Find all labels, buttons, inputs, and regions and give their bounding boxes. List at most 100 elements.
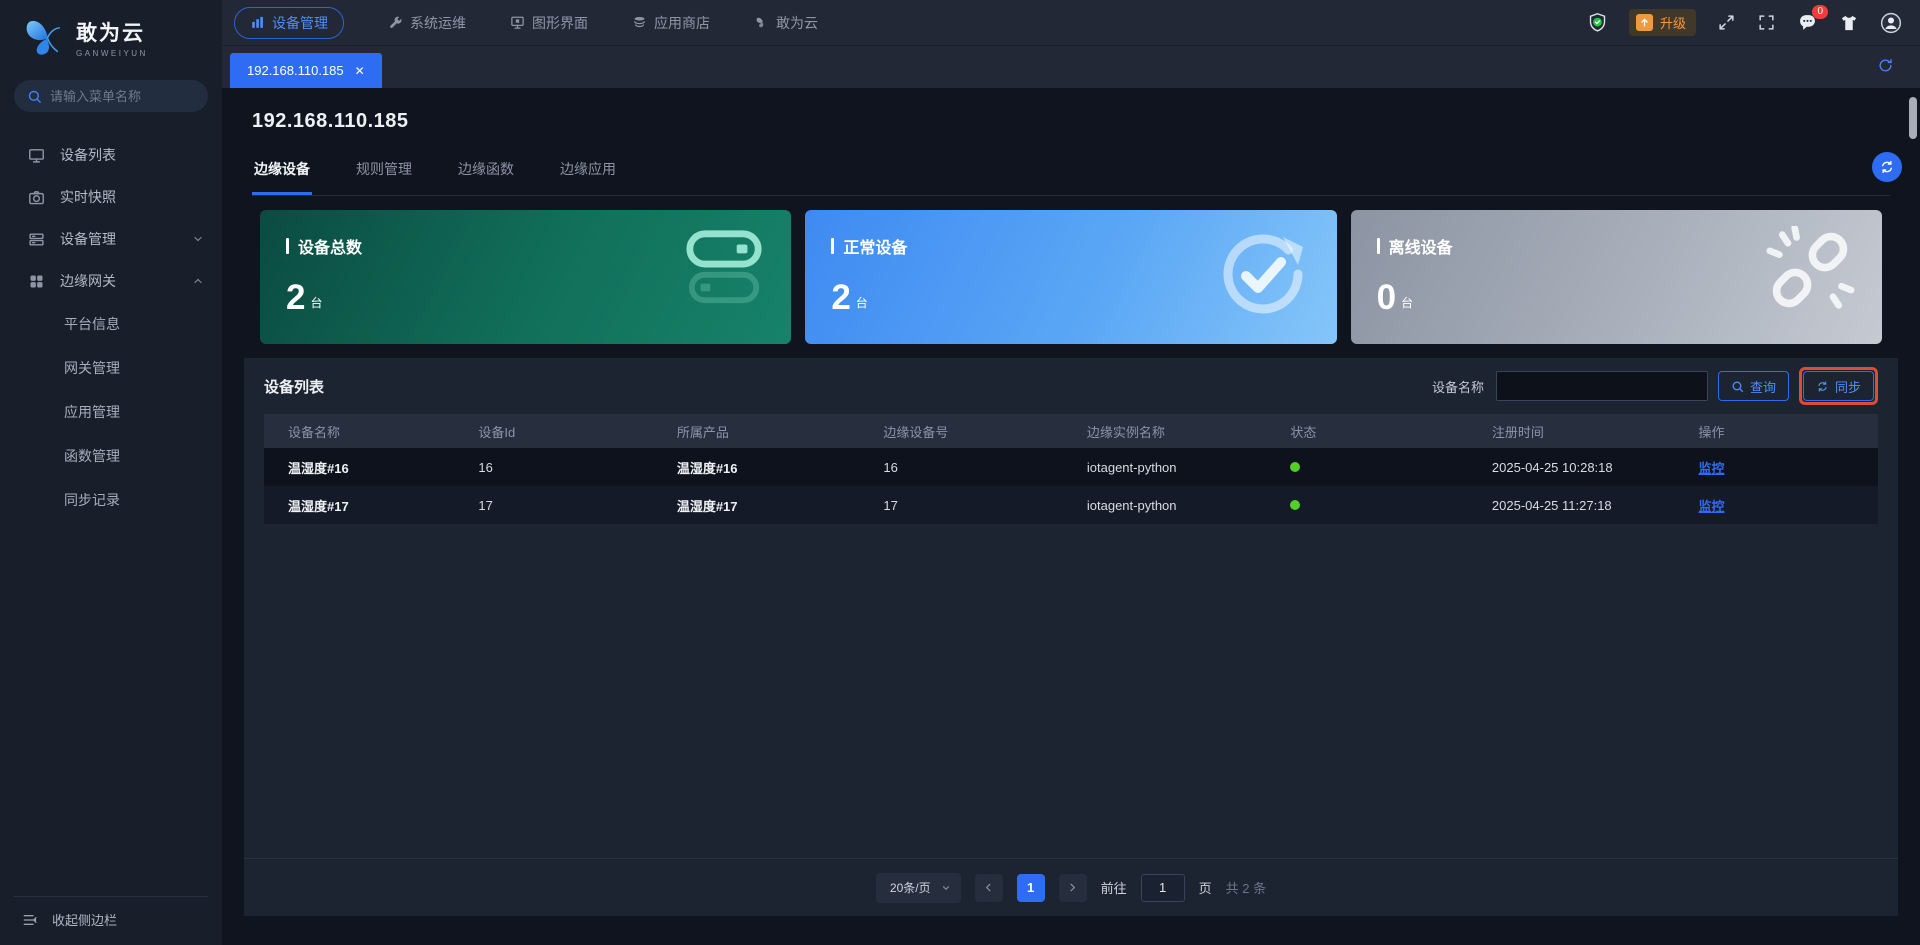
- sidebar-item-snapshot[interactable]: 实时快照: [0, 176, 222, 218]
- sidebar-item-device-manage[interactable]: 设备管理: [0, 218, 222, 260]
- refresh-icon[interactable]: [1877, 57, 1894, 74]
- sidebar-item-label: 实时快照: [60, 189, 116, 205]
- brand-logo: 敢为云 GANWEIYUN: [0, 0, 222, 66]
- nav-item-label: 设备管理: [272, 14, 328, 31]
- table-header: 设备名称 设备Id 所属产品 边缘设备号 边缘实例名称 状态 注册时间 操作: [264, 414, 1878, 448]
- card-value: 2: [286, 278, 306, 317]
- sync-refresh-button[interactable]: [1872, 152, 1902, 182]
- nav-item-app-store[interactable]: 应用商店: [632, 13, 710, 33]
- chevron-down-icon: [942, 885, 949, 890]
- tab-rule-manage[interactable]: 规则管理: [354, 153, 414, 195]
- query-button[interactable]: 查询: [1717, 371, 1789, 401]
- device-name-input[interactable]: [1495, 371, 1708, 401]
- upgrade-label: 升级: [1659, 16, 1686, 31]
- cell-device-name: 温湿度#16: [288, 460, 349, 476]
- pagination-bar: 20条/页 1 前往 页 共 2 条: [244, 858, 1898, 916]
- collapse-sidebar-icon: [23, 914, 37, 925]
- device-search-group: 设备名称 查询 同步: [1432, 367, 1878, 405]
- user-avatar[interactable]: [1880, 12, 1902, 34]
- sidebar-subitem-platform-info[interactable]: 平台信息: [0, 302, 222, 346]
- tab-edge-function[interactable]: 边缘函数: [456, 153, 516, 195]
- chevron-right-icon: [1070, 883, 1076, 892]
- col-register-time: 注册时间: [1491, 424, 1544, 440]
- page-unit-label: 页: [1198, 881, 1212, 896]
- brand-subtitle: GANWEIYUN: [76, 48, 148, 58]
- close-icon[interactable]: ✕: [355, 64, 365, 78]
- sidebar-subitem-function-manage[interactable]: 函数管理: [0, 434, 222, 478]
- collapse-sidebar-button[interactable]: 收起侧边栏: [14, 896, 208, 945]
- nav-item-system-ops[interactable]: 系统运维: [388, 13, 466, 33]
- submenu-label: 网关管理: [64, 360, 120, 376]
- sidebar-item-label: 设备管理: [60, 231, 116, 247]
- menu-search-box[interactable]: [14, 80, 208, 112]
- messages-icon[interactable]: 0: [1797, 5, 1828, 33]
- nav-item-label: 系统运维: [410, 14, 466, 31]
- page-tabs: 边缘设备 规则管理 边缘函数 边缘应用: [252, 153, 1890, 196]
- table-row[interactable]: 温湿度#16 16 温湿度#16 16 iotagent-python 2025…: [264, 448, 1878, 486]
- col-device-id: 设备Id: [478, 424, 516, 440]
- current-page-button[interactable]: 1: [1016, 873, 1045, 902]
- nav-item-ganweiyun[interactable]: 敢为云: [754, 13, 818, 33]
- page-title: 192.168.110.185: [252, 110, 409, 132]
- nav-item-label: 图形界面: [532, 14, 588, 31]
- upgrade-button[interactable]: 升级: [1628, 9, 1696, 36]
- card-offline-devices: 离线设备 0台: [1350, 210, 1882, 344]
- monitor-link[interactable]: 监控: [1698, 461, 1724, 476]
- col-product: 所属产品: [676, 424, 729, 440]
- monitor-link[interactable]: 监控: [1698, 499, 1724, 514]
- prev-page-button[interactable]: [974, 873, 1003, 902]
- main-area: 设备管理 系统运维 图形界面 应用商店 敢为云 升级 0 192.168.110…: [222, 0, 1920, 945]
- sidebar-item-device-list[interactable]: 设备列表: [0, 134, 222, 176]
- card-title: 正常设备: [843, 240, 908, 257]
- brand-name: 敢为云: [76, 21, 145, 45]
- cell-device-name: 温湿度#17: [288, 498, 349, 514]
- table-row[interactable]: 温湿度#17 17 温湿度#17 17 iotagent-python 2025…: [264, 486, 1878, 524]
- next-page-button[interactable]: [1058, 873, 1087, 902]
- col-status: 状态: [1290, 424, 1317, 440]
- route-tab-label: 192.168.110.185: [247, 63, 344, 78]
- card-value: 2: [831, 278, 851, 317]
- col-actions: 操作: [1698, 424, 1725, 440]
- tab-edge-device[interactable]: 边缘设备: [252, 153, 312, 195]
- toggle-switch-icon: [683, 228, 765, 311]
- theme-shirt-icon[interactable]: [1839, 13, 1859, 33]
- sidebar-subitem-gateway-manage[interactable]: 网关管理: [0, 346, 222, 390]
- page-size-select[interactable]: 20条/页: [875, 872, 961, 903]
- server-icon: [28, 231, 45, 248]
- card-value: 0: [1376, 278, 1397, 317]
- nav-item-label: 应用商店: [654, 14, 710, 31]
- cell-product: 温湿度#16: [676, 460, 738, 476]
- menu-search-input[interactable]: [50, 88, 190, 104]
- upgrade-icon: [1635, 14, 1653, 31]
- security-shield-icon[interactable]: [1587, 12, 1608, 33]
- card-online-devices: 正常设备 2台: [805, 210, 1337, 344]
- card-unit: 台: [1401, 296, 1414, 310]
- col-edge-instance: 边缘实例名称: [1086, 424, 1165, 440]
- sync-icon: [1818, 380, 1827, 392]
- sidebar-subitem-app-manage[interactable]: 应用管理: [0, 390, 222, 434]
- frame-capture-icon[interactable]: [1757, 13, 1776, 32]
- sidebar-menu: 设备列表 实时快照 设备管理 边缘网关 平台信息 网关管理 应用管理 函数管理 …: [0, 134, 222, 522]
- chevron-left-icon: [985, 883, 991, 892]
- vertical-scrollbar[interactable]: [1909, 97, 1917, 139]
- tab-edge-app[interactable]: 边缘应用: [558, 153, 618, 195]
- submenu-label: 同步记录: [64, 492, 120, 508]
- total-count-label: 共 2 条: [1225, 881, 1267, 896]
- device-table: 设备名称 设备Id 所属产品 边缘设备号 边缘实例名称 状态 注册时间 操作 温…: [264, 414, 1878, 524]
- fullscreen-icon[interactable]: [1717, 13, 1736, 32]
- goto-page-input[interactable]: [1140, 873, 1185, 902]
- search-icon: [1732, 381, 1743, 392]
- device-list-title: 设备列表: [264, 378, 325, 396]
- top-nav-bar: 设备管理 系统运维 图形界面 应用商店 敢为云 升级 0: [222, 0, 1920, 45]
- sidebar-subitem-sync-record[interactable]: 同步记录: [0, 478, 222, 522]
- page-content: 192.168.110.185 边缘设备 规则管理 边缘函数 边缘应用 设备总数…: [222, 88, 1920, 945]
- search-icon: [28, 90, 41, 103]
- nav-item-graphic-ui[interactable]: 图形界面: [510, 13, 588, 33]
- sync-button[interactable]: 同步: [1802, 371, 1874, 401]
- nav-item-device-manage[interactable]: 设备管理: [234, 6, 344, 39]
- sidebar-item-edge-gateway[interactable]: 边缘网关: [0, 260, 222, 302]
- app-root: 敢为云 GANWEIYUN 设备列表 实时快照: [0, 0, 1920, 945]
- sidebar-item-label: 设备列表: [60, 147, 116, 163]
- route-tab-active[interactable]: 192.168.110.185 ✕: [230, 53, 382, 88]
- butterfly-mini-icon: [756, 17, 764, 28]
